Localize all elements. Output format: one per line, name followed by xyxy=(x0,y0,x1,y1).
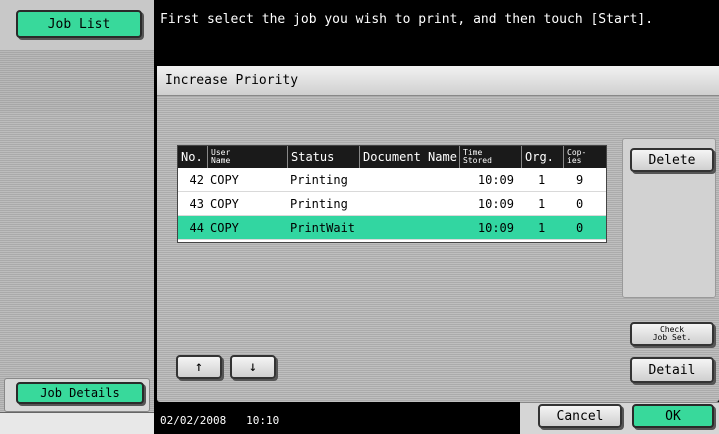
column-header-status: Status xyxy=(288,146,360,168)
cell-org: 1 xyxy=(538,221,546,235)
cell-org: 1 xyxy=(538,197,546,211)
cell-org: 1 xyxy=(538,173,546,187)
column-header-user-name-2: Name xyxy=(211,156,231,165)
cell-time: 10:09 xyxy=(477,197,514,211)
check-job-set-label-2: Job Set. xyxy=(652,333,692,342)
cell-copies: 0 xyxy=(576,221,584,235)
job-details-tab xyxy=(0,412,154,434)
cell-no: 42 xyxy=(189,173,204,187)
column-header-user-name: User Name xyxy=(208,146,288,168)
column-header-no: No. xyxy=(178,146,208,168)
left-band-middle xyxy=(0,50,154,112)
column-header-document-name: Document Name xyxy=(360,146,460,168)
column-header-copies-2: ies xyxy=(567,156,582,165)
cell-status: Printing xyxy=(290,197,348,211)
ok-button[interactable]: OK xyxy=(632,404,714,428)
arrow-up-icon: ↑ xyxy=(194,359,204,375)
cell-time: 10:09 xyxy=(477,173,514,187)
cell-user: COPY xyxy=(210,173,239,187)
table-row[interactable]: 42 COPY Printing 10:09 1 9 xyxy=(178,168,606,192)
instruction-message: First select the job you wish to print, … xyxy=(160,12,654,27)
cell-no: 44 xyxy=(189,221,204,235)
time-text: 10:10 xyxy=(246,414,280,427)
column-header-time-stored-2: Stored xyxy=(463,156,492,165)
move-down-button[interactable]: ↓ xyxy=(230,355,276,379)
job-list-button[interactable]: Job List xyxy=(16,10,142,38)
table-row-selected[interactable]: 44 COPY PrintWait 10:09 1 0 xyxy=(178,216,606,240)
check-job-set-button[interactable]: Check Job Set. xyxy=(630,322,714,346)
arrow-down-icon: ↓ xyxy=(248,359,258,375)
delete-button[interactable]: Delete xyxy=(630,148,714,172)
job-table: No. User Name Status Document Name Time … xyxy=(177,145,607,243)
table-row[interactable]: 43 COPY Printing 10:09 1 0 xyxy=(178,192,606,216)
detail-button[interactable]: Detail xyxy=(630,357,714,383)
cell-no: 43 xyxy=(189,197,204,211)
move-up-button[interactable]: ↑ xyxy=(176,355,222,379)
column-header-copies: Cop- ies xyxy=(564,146,606,168)
cell-time: 10:09 xyxy=(477,221,514,235)
cancel-button[interactable]: Cancel xyxy=(538,404,622,428)
cell-status: PrintWait xyxy=(290,221,356,235)
cell-copies: 0 xyxy=(576,197,584,211)
date-text: 02/02/2008 xyxy=(160,414,227,427)
dialog-title: Increase Priority xyxy=(157,66,719,96)
cell-copies: 9 xyxy=(576,173,584,187)
table-header: No. User Name Status Document Name Time … xyxy=(178,146,606,168)
cell-status: Printing xyxy=(290,173,348,187)
column-header-time-stored: Time Stored xyxy=(460,146,522,168)
date-time-display: 02/02/2008 10:10 xyxy=(160,414,279,427)
cell-user: COPY xyxy=(210,221,239,235)
left-panel xyxy=(0,0,154,434)
job-details-button[interactable]: Job Details xyxy=(16,382,144,404)
cell-user: COPY xyxy=(210,197,239,211)
column-header-org: Org. xyxy=(522,146,564,168)
